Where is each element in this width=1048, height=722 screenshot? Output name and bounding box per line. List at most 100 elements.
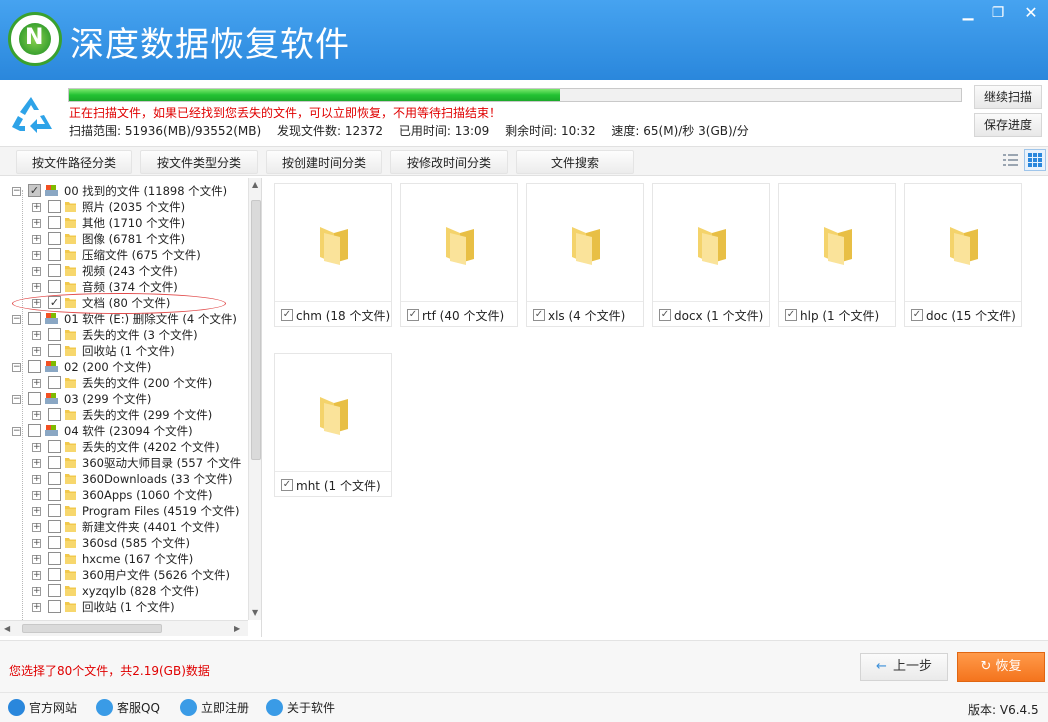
scroll-left-icon[interactable]: ◀ — [4, 624, 10, 633]
tree-checkbox[interactable] — [48, 472, 61, 485]
expand-icon[interactable]: + — [32, 603, 41, 612]
tree-folder-row[interactable]: + 照片 (2035 个文件) — [0, 199, 248, 215]
tree-checkbox[interactable] — [48, 264, 61, 277]
tree-checkbox[interactable] — [28, 360, 41, 373]
tree-vertical-scroll-thumb[interactable] — [251, 200, 261, 460]
expand-icon[interactable]: + — [32, 347, 41, 356]
tree-folder-row[interactable]: + 其他 (1710 个文件) — [0, 215, 248, 231]
tree-drive-row[interactable]: − 04 软件 (23094 个文件) — [0, 423, 248, 439]
file-type-card[interactable]: ✓ doc (15 个文件) — [904, 183, 1022, 327]
tab-by-path[interactable]: 按文件路径分类 — [16, 150, 132, 174]
file-type-checkbox[interactable]: ✓ — [407, 309, 419, 321]
tree-checkbox[interactable] — [48, 408, 61, 421]
expand-icon[interactable]: + — [32, 251, 41, 260]
tree-folder-row[interactable]: + 图像 (6781 个文件) — [0, 231, 248, 247]
tree-drive-row[interactable]: − 02 (200 个文件) — [0, 359, 248, 375]
tree-checkbox[interactable] — [48, 536, 61, 549]
tree-checkbox[interactable] — [48, 328, 61, 341]
list-view-icon[interactable] — [1000, 151, 1020, 169]
tab-by-created-time[interactable]: 按创建时间分类 — [266, 150, 382, 174]
tree-checkbox[interactable] — [48, 520, 61, 533]
expand-icon[interactable]: + — [32, 283, 41, 292]
recover-button[interactable]: ↻ 恢复 — [957, 652, 1045, 682]
expand-icon[interactable]: + — [32, 555, 41, 564]
collapse-icon[interactable]: − — [12, 315, 21, 324]
tree-folder-row[interactable]: + 新建文件夹 (4401 个文件) — [0, 519, 248, 535]
tree-drive-row[interactable]: − ✓ 00 找到的文件 (11898 个文件) — [0, 183, 248, 199]
tree-folder-row[interactable]: +360sd (585 个文件) — [0, 535, 248, 551]
tree-folder-row[interactable]: + 丢失的文件 (200 个文件) — [0, 375, 248, 391]
file-type-card[interactable]: ✓ xls (4 个文件) — [526, 183, 644, 327]
expand-icon[interactable]: + — [32, 459, 41, 468]
expand-icon[interactable]: + — [32, 539, 41, 548]
file-type-thumbnail[interactable] — [527, 184, 643, 302]
tree-checkbox[interactable] — [48, 376, 61, 389]
file-type-checkbox[interactable]: ✓ — [785, 309, 797, 321]
tree-folder-row[interactable]: + 视频 (243 个文件) — [0, 263, 248, 279]
expand-icon[interactable]: + — [32, 475, 41, 484]
file-type-thumbnail[interactable] — [275, 184, 391, 302]
tree-folder-row[interactable]: +360Apps (1060 个文件) — [0, 487, 248, 503]
file-type-thumbnail[interactable] — [905, 184, 1021, 302]
expand-icon[interactable]: + — [32, 331, 41, 340]
collapse-icon[interactable]: − — [12, 187, 21, 196]
maximize-button[interactable]: ❐ — [985, 3, 1011, 23]
tree-checkbox[interactable] — [48, 344, 61, 357]
tree-checkbox[interactable] — [48, 552, 61, 565]
file-type-checkbox[interactable]: ✓ — [659, 309, 671, 321]
expand-icon[interactable]: + — [32, 235, 41, 244]
file-type-card[interactable]: ✓ docx (1 个文件) — [652, 183, 770, 327]
expand-icon[interactable]: + — [32, 507, 41, 516]
tree-folder-row[interactable]: +360Downloads (33 个文件) — [0, 471, 248, 487]
tree-folder-row[interactable]: + xyzqylb (828 个文件) — [0, 583, 248, 599]
close-button[interactable]: ✕ — [1018, 3, 1044, 23]
tree-folder-row[interactable]: + 丢失的文件 (3 个文件) — [0, 327, 248, 343]
tree-horizontal-scrollbar[interactable]: ◀ ▶ — [0, 620, 248, 636]
tree-folder-row[interactable]: + 回收站 (1 个文件) — [0, 599, 248, 615]
previous-step-button[interactable]: ← 上一步 — [860, 653, 948, 681]
continue-scan-button[interactable]: 继续扫描 — [974, 85, 1042, 109]
tree-checkbox[interactable] — [48, 504, 61, 517]
tree-checkbox[interactable] — [48, 200, 61, 213]
file-type-thumbnail[interactable] — [653, 184, 769, 302]
tree-checkbox[interactable] — [48, 248, 61, 261]
tree-folder-row[interactable]: + hxcme (167 个文件) — [0, 551, 248, 567]
file-type-card[interactable]: ✓ chm (18 个文件) — [274, 183, 392, 327]
tree-checkbox[interactable] — [28, 392, 41, 405]
tab-by-type[interactable]: 按文件类型分类 — [140, 150, 258, 174]
tree-checkbox[interactable] — [48, 488, 61, 501]
expand-icon[interactable]: + — [32, 587, 41, 596]
file-type-card[interactable]: ✓ rtf (40 个文件) — [400, 183, 518, 327]
file-type-checkbox[interactable]: ✓ — [281, 479, 293, 491]
tree-checkbox[interactable] — [48, 456, 61, 469]
save-progress-button[interactable]: 保存进度 — [974, 113, 1042, 137]
file-type-checkbox[interactable]: ✓ — [911, 309, 923, 321]
tree-folder-row[interactable]: +360驱动大师目录 (557 个文件 — [0, 455, 248, 471]
tree-folder-row[interactable]: + 压缩文件 (675 个文件) — [0, 247, 248, 263]
expand-icon[interactable]: + — [32, 571, 41, 580]
minimize-button[interactable]: ▁ — [955, 3, 981, 23]
collapse-icon[interactable]: − — [12, 363, 21, 372]
tree-folder-row[interactable]: + Program Files (4519 个文件) — [0, 503, 248, 519]
tree-checkbox[interactable] — [48, 280, 61, 293]
expand-icon[interactable]: + — [32, 523, 41, 532]
expand-icon[interactable]: + — [32, 491, 41, 500]
file-type-thumbnail[interactable] — [275, 354, 391, 472]
tab-by-modified-time[interactable]: 按修改时间分类 — [390, 150, 508, 174]
file-type-thumbnail[interactable] — [779, 184, 895, 302]
tree-checkbox[interactable] — [48, 232, 61, 245]
file-type-card[interactable]: ✓ mht (1 个文件) — [274, 353, 392, 497]
collapse-icon[interactable]: − — [12, 395, 21, 404]
scroll-down-icon[interactable]: ▼ — [252, 608, 258, 617]
scroll-up-icon[interactable]: ▲ — [252, 180, 258, 189]
file-type-checkbox[interactable]: ✓ — [533, 309, 545, 321]
tree-checkbox[interactable] — [48, 440, 61, 453]
tree-checkbox[interactable] — [28, 424, 41, 437]
expand-icon[interactable]: + — [32, 443, 41, 452]
file-type-checkbox[interactable]: ✓ — [281, 309, 293, 321]
tree-folder-row[interactable]: +360用户文件 (5626 个文件) — [0, 567, 248, 583]
tree-vertical-scrollbar[interactable]: ▲ ▼ — [248, 178, 261, 620]
tree-checkbox[interactable] — [48, 568, 61, 581]
tree-folder-row[interactable]: + 丢失的文件 (299 个文件) — [0, 407, 248, 423]
tree-folder-row[interactable]: + 回收站 (1 个文件) — [0, 343, 248, 359]
